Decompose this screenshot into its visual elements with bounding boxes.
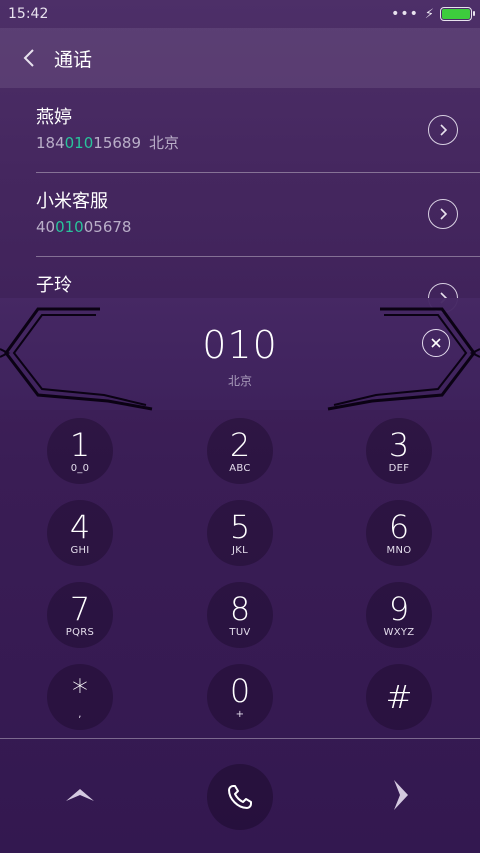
key-letters: TUV xyxy=(229,626,251,638)
number-prefix: 40 xyxy=(36,218,56,236)
contact-result-item[interactable]: 燕婷 18401015689 北京 xyxy=(0,88,480,172)
key-digit: * xyxy=(72,671,88,710)
header-bar: 通话 xyxy=(0,28,480,88)
status-icons: ••• ⚡ xyxy=(391,6,475,22)
status-time: 15:42 xyxy=(8,6,49,22)
key-1[interactable]: 1 0_0 xyxy=(47,418,113,484)
key-letters: JKL xyxy=(232,544,248,556)
key-9[interactable]: 9 WXYZ xyxy=(366,582,432,648)
key-digit: 8 xyxy=(229,589,251,628)
next-page-button[interactable] xyxy=(386,777,416,813)
key-digit: 2 xyxy=(229,425,251,464)
chevron-right-icon xyxy=(440,124,448,136)
contact-location: 北京 xyxy=(149,134,180,152)
battery-level-fill xyxy=(442,9,470,19)
key-digit: 4 xyxy=(69,507,91,546)
number-suffix: 15689 xyxy=(93,134,141,152)
key-digit: 3 xyxy=(388,425,410,464)
number-match: 010 xyxy=(64,134,94,152)
key-digit: 5 xyxy=(229,507,251,546)
contact-name: 子玲 xyxy=(36,275,72,296)
key-6[interactable]: 6 MNO xyxy=(366,500,432,566)
key-digit: # xyxy=(385,677,413,716)
number-suffix: 05678 xyxy=(83,218,132,236)
key-8[interactable]: 8 TUV xyxy=(207,582,273,648)
back-button[interactable] xyxy=(18,47,40,69)
key-letters: 0_0 xyxy=(70,462,90,474)
key-digit: 7 xyxy=(69,589,91,628)
contact-result-item[interactable]: 小米客服 4001005678 xyxy=(0,172,480,256)
contact-name: 燕婷 xyxy=(36,107,72,128)
key-7[interactable]: 7 PQRS xyxy=(47,582,113,648)
key-digit: 0 xyxy=(229,671,251,710)
contact-number-line: 4001005678 xyxy=(36,216,480,238)
status-bar: 15:42 ••• ⚡ xyxy=(0,0,480,28)
key-letters: MNO xyxy=(386,544,412,556)
contact-detail-button[interactable] xyxy=(428,115,458,145)
key-digit: 9 xyxy=(388,589,410,628)
delete-digit-button[interactable] xyxy=(422,329,450,357)
phone-icon xyxy=(228,785,252,809)
dial-keypad: 1 0_0 2 ABC 3 DEF 4 GHI 5 JKL 6 MNO 7 PQ… xyxy=(0,410,480,738)
chevron-up-icon xyxy=(66,789,94,801)
contact-name: 小米客服 xyxy=(36,191,108,212)
page-title: 通话 xyxy=(54,48,93,71)
dialed-location: 北京 xyxy=(227,374,252,388)
chevron-right-icon xyxy=(440,208,448,220)
chevron-right-icon xyxy=(394,780,408,810)
dialed-digits: 010 xyxy=(202,323,278,367)
notification-dots-icon: ••• xyxy=(391,6,419,22)
key-digit: 1 xyxy=(69,425,91,464)
chevron-left-icon xyxy=(23,49,34,67)
key-star[interactable]: * , xyxy=(47,664,113,730)
key-letters: GHI xyxy=(70,544,90,556)
key-0[interactable]: 0 + xyxy=(207,664,273,730)
key-3[interactable]: 3 DEF xyxy=(366,418,432,484)
number-match: 010 xyxy=(55,218,84,236)
contact-detail-button[interactable] xyxy=(428,199,458,229)
contact-number-line: 18401015689 北京 xyxy=(36,132,480,154)
key-letters: DEF xyxy=(388,462,410,474)
number-prefix: 184 xyxy=(36,134,65,152)
call-button[interactable] xyxy=(207,764,273,830)
battery-icon xyxy=(440,7,475,21)
key-letters: WXYZ xyxy=(383,626,415,638)
key-letters: + xyxy=(235,708,245,720)
key-letters: ABC xyxy=(229,462,251,474)
close-icon xyxy=(431,338,441,348)
key-letters: , xyxy=(78,708,82,720)
key-2[interactable]: 2 ABC xyxy=(207,418,273,484)
key-letters: PQRS xyxy=(65,626,95,638)
bolt-icon: ⚡ xyxy=(424,6,434,22)
key-5[interactable]: 5 JKL xyxy=(207,500,273,566)
collapse-keypad-button[interactable] xyxy=(62,779,98,809)
bottom-action-bar xyxy=(0,739,480,853)
key-digit: 6 xyxy=(388,507,410,546)
key-4[interactable]: 4 GHI xyxy=(47,500,113,566)
key-hash[interactable]: # xyxy=(366,664,432,730)
